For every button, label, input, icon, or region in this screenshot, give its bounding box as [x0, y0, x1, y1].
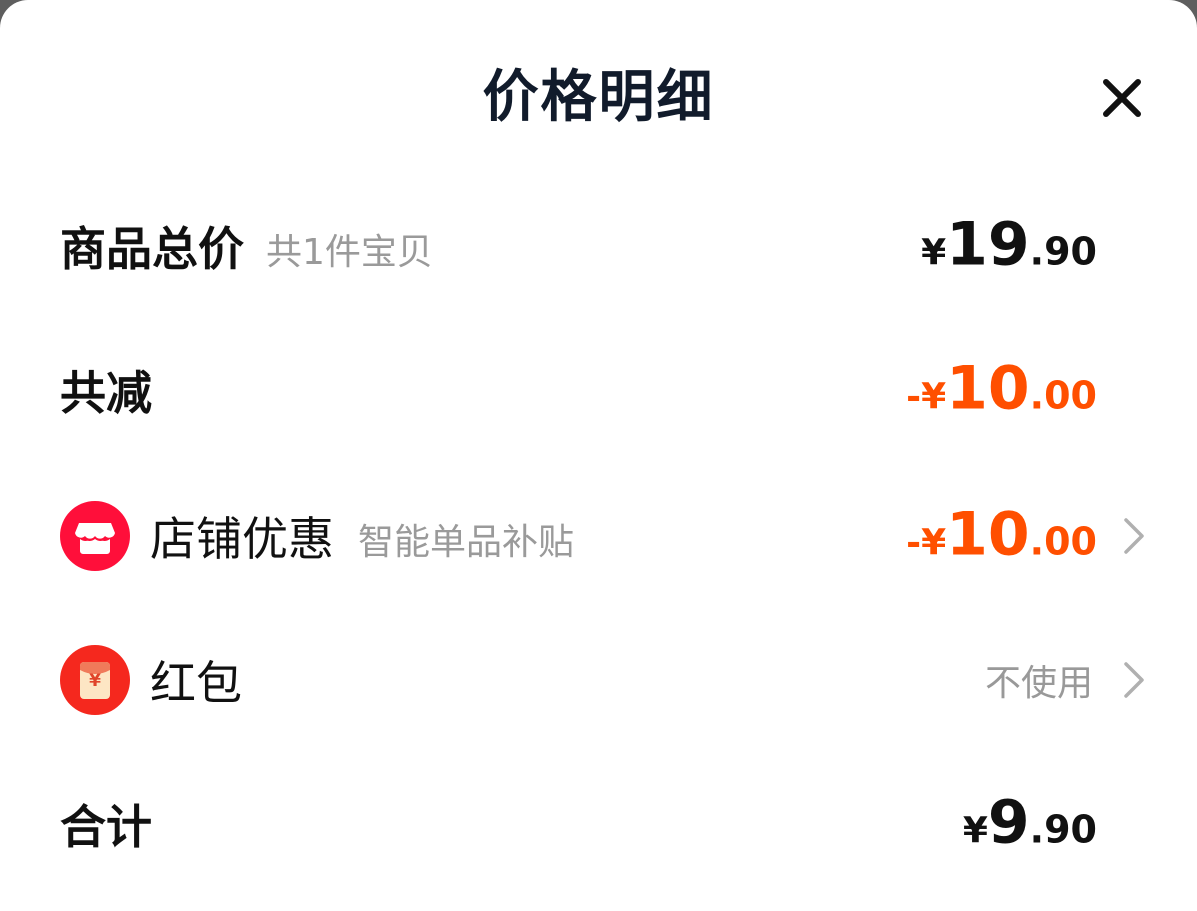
amount-decimal: .90: [1029, 807, 1097, 852]
red-packet-status: 不使用: [984, 663, 1093, 704]
store-discount-label: 店铺优惠: [150, 512, 334, 566]
store-discount-row[interactable]: 店铺优惠 智能单品补贴 -¥10.00: [0, 496, 1197, 576]
store-icon: [60, 501, 130, 571]
currency-symbol: ¥: [921, 232, 947, 274]
red-packet-symbol: ¥: [89, 671, 101, 691]
total-amount: ¥9.90: [963, 788, 1097, 858]
sheet-title: 价格明细: [482, 65, 715, 130]
minus-sign: -: [906, 522, 922, 564]
red-packet-row[interactable]: ¥ 红包 不使用: [0, 640, 1197, 720]
chevron-right-icon[interactable]: [1122, 660, 1146, 700]
total-label: 合计: [60, 800, 152, 854]
subtotal-label: 商品总价: [60, 222, 244, 276]
amount-decimal: .90: [1029, 229, 1097, 274]
amount-integer: 10: [946, 353, 1030, 424]
currency-symbol: ¥: [921, 376, 947, 418]
amount-decimal: .00: [1029, 519, 1097, 564]
currency-symbol: ¥: [921, 522, 947, 564]
discount-total-label: 共减: [60, 366, 152, 420]
store-discount-amount: -¥10.00: [906, 500, 1097, 570]
red-packet-label: 红包: [150, 656, 242, 710]
amount-integer: 10: [946, 499, 1030, 570]
store-discount-note: 智能单品补贴: [358, 522, 575, 564]
discount-total-amount: -¥10.00: [906, 354, 1097, 424]
close-button[interactable]: [1096, 72, 1148, 124]
subtotal-amount: ¥19.90: [921, 210, 1097, 280]
total-row: 合计 ¥9.90: [0, 784, 1197, 864]
price-detail-sheet: 价格明细 商品总价 共1件宝贝 ¥19.90 共减 -¥10.00 店铺优惠 智…: [0, 0, 1197, 911]
minus-sign: -: [906, 376, 922, 418]
chevron-right-icon[interactable]: [1122, 516, 1146, 556]
currency-symbol: ¥: [962, 810, 988, 852]
amount-decimal: .00: [1029, 373, 1097, 418]
discount-total-row: 共减 -¥10.00: [0, 350, 1197, 430]
close-icon: [1103, 79, 1141, 117]
subtotal-row: 商品总价 共1件宝贝 ¥19.90: [0, 206, 1197, 286]
item-count-note: 共1件宝贝: [266, 232, 433, 274]
amount-integer: 9: [987, 787, 1030, 858]
amount-integer: 19: [946, 209, 1030, 280]
